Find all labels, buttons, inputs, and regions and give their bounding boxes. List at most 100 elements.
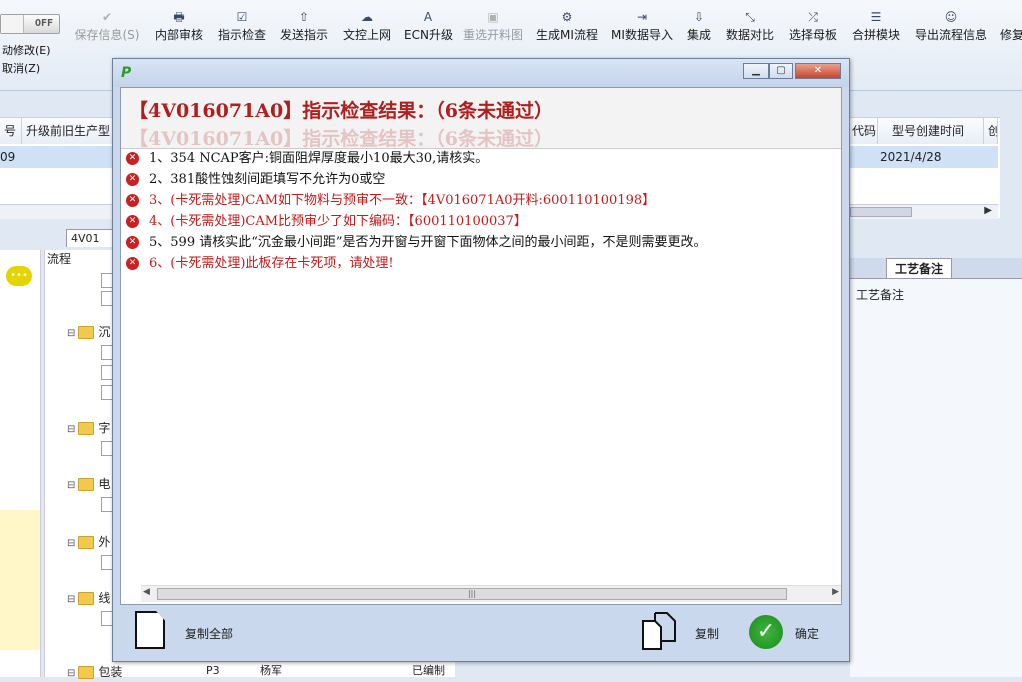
repair-button[interactable]: 修复 xyxy=(1000,8,1022,48)
remarks-tabstrip: 工艺备注 xyxy=(850,258,1022,279)
data-compare-button[interactable]: ⤡ 数据对比 xyxy=(725,8,775,48)
grid-header-code[interactable]: 代码 xyxy=(848,118,878,144)
save-info-button[interactable]: ✔ 保存信息(S) xyxy=(72,8,142,48)
collapse-icon: ⊟ xyxy=(67,328,76,339)
tree-folder[interactable]: ⊟ 包装 xyxy=(67,664,122,680)
result-title-reflection: 【4V016071A0】指示检查结果：（6条未通过） xyxy=(129,128,553,149)
folder-icon xyxy=(78,326,95,339)
export-flow-info-button[interactable]: ☺ 导出流程信息 xyxy=(914,8,988,48)
row-status-cell: 已编制 xyxy=(412,664,445,677)
ecn-upgrade-button[interactable]: A ECN升级 xyxy=(404,8,453,48)
list-item[interactable]: ✕ 3、(卡死需处理)CAM如下物料与预审不一致：【4V016071A0开料:60… xyxy=(126,190,655,211)
generate-mi-flow-button[interactable]: ⚙ 生成MI流程 xyxy=(536,8,598,48)
scroll-thumb[interactable] xyxy=(850,207,912,217)
collapse-icon: ⊟ xyxy=(67,594,76,605)
collapse-icon: ⊟ xyxy=(67,480,76,491)
minimize-button[interactable]: ▁ xyxy=(743,63,769,79)
tree-folder[interactable]: ⊟ 外 xyxy=(67,534,110,550)
error-icon: ✕ xyxy=(126,215,139,228)
tree-folder[interactable]: ⊟ 电 xyxy=(67,476,110,492)
error-icon: ✕ xyxy=(126,257,139,270)
app-logo-icon: P xyxy=(121,65,132,81)
sign-in-icon: ⇥ xyxy=(636,10,648,24)
tree-folder[interactable]: ⊟ 沉 xyxy=(67,324,110,340)
row-stage-cell: P3 xyxy=(206,664,220,677)
scroll-right-arrow-icon[interactable]: ▶ xyxy=(832,587,839,597)
grid-header-old-model[interactable]: 升级前旧生产型 xyxy=(22,118,114,144)
folder-icon xyxy=(78,666,95,679)
folder-icon xyxy=(78,536,95,549)
list-item[interactable]: ✕ 2、381酸性蚀刻间距填写不允许为0或空 xyxy=(126,169,385,190)
close-button[interactable]: ✕ xyxy=(795,63,841,79)
upload-icon: ⇧ xyxy=(298,10,310,24)
maximize-button[interactable]: ▢ xyxy=(769,63,793,79)
select-mother-board-button[interactable]: ⤮ 选择母板 xyxy=(788,8,838,48)
message-h-scrollbar[interactable]: ◀ ||| ▶ xyxy=(141,585,841,602)
row-id-cell: 09 xyxy=(0,150,16,164)
error-icon: ✕ xyxy=(126,152,139,165)
menu-cancel[interactable]: 取消(Z) xyxy=(2,60,40,76)
left-side-panel: ••• xyxy=(0,250,41,677)
grid-header-created[interactable]: 型号创建时间 xyxy=(878,118,984,144)
list-item[interactable]: ✕ 6、(卡死需处理)此板存在卡死项，请处理! xyxy=(126,253,394,274)
printer-icon: 🖶 xyxy=(173,10,185,24)
mi-data-import-button[interactable]: ⇥ MI数据导入 xyxy=(611,8,673,48)
merge-module-button[interactable]: ☰ 合拼模块 xyxy=(850,8,902,48)
note-area xyxy=(0,510,40,650)
chat-bubble-icon[interactable]: ••• xyxy=(6,266,32,286)
document-icon xyxy=(135,611,165,649)
toggle-label: OFF xyxy=(34,18,53,29)
reselect-cutting-chart-button[interactable]: ▣ 重选开料图 xyxy=(462,8,524,48)
folder-icon xyxy=(78,478,95,491)
collapse-icon: ⊟ xyxy=(67,424,76,435)
download-icon: ⇩ xyxy=(693,10,705,24)
list-icon: ☰ xyxy=(870,10,882,24)
grid-header-no[interactable]: 号 xyxy=(0,118,22,144)
toggle-knob xyxy=(1,15,24,33)
copy-icon xyxy=(642,612,676,650)
shuffle-icon: ⤮ xyxy=(808,10,818,24)
confirm-button[interactable]: ✓ 确定 xyxy=(749,605,833,661)
internal-review-button[interactable]: 🖶 内部审核 xyxy=(154,8,204,48)
row-created-cell: 2021/4/28 xyxy=(880,150,942,164)
error-icon: ✕ xyxy=(126,173,139,186)
check-icon: ✔ xyxy=(101,10,113,24)
tree-header: 流程 xyxy=(47,252,72,266)
tab-process-remarks[interactable]: 工艺备注 xyxy=(886,258,952,278)
doc-control-online-button[interactable]: ☁ 文控上网 xyxy=(342,8,392,48)
cloud-upload-icon: ☁ xyxy=(361,10,373,24)
copy-button[interactable]: 复制 xyxy=(641,605,725,661)
scroll-thumb[interactable]: ||| xyxy=(157,588,787,600)
copy-all-button[interactable]: 复制全部 xyxy=(135,605,245,661)
process-remarks-panel: 工艺备注 工艺备注 xyxy=(850,258,1022,677)
row-person-cell: 杨军 xyxy=(260,664,282,677)
message-list: ✕ 1、354 NCAP客户:铜面阻焊厚度最小10最大30,请核实。 ✕ 2、381… xyxy=(121,148,841,588)
result-header: 【4V016071A0】指示检查结果：（6条未通过） 【4V016071A0】指… xyxy=(121,88,841,149)
error-icon: ✕ xyxy=(126,194,139,207)
integrate-button[interactable]: ⇩ 集成 xyxy=(685,8,713,48)
wrench-icon xyxy=(1000,8,1022,26)
scroll-right-arrow-icon[interactable]: ▶ xyxy=(984,205,992,216)
list-item[interactable]: ✕ 4、(卡死需处理)CAM比预审少了如下编码：【600110100037】 xyxy=(126,211,527,232)
result-title: 【4V016071A0】指示检查结果：（6条未通过） xyxy=(129,100,553,122)
list-item[interactable]: ✕ 1、354 NCAP客户:铜面阻焊厚度最小10最大30,请核实。 xyxy=(126,148,488,169)
dialog-footer: 复制全部 复制 ✓ 确定 xyxy=(113,605,849,661)
collapse-icon: ⊟ xyxy=(67,538,76,549)
scroll-left-arrow-icon[interactable]: ◀ xyxy=(143,587,150,597)
send-instruction-button[interactable]: ⇧ 发送指示 xyxy=(279,8,329,48)
process-remarks-label: 工艺备注 xyxy=(856,288,905,302)
compress-icon: ⤡ xyxy=(745,10,755,24)
instruction-check-button[interactable]: ☑ 指示检查 xyxy=(217,8,267,48)
letter-a-icon: A xyxy=(423,10,433,24)
grid-header-creator[interactable]: 创 xyxy=(984,118,998,144)
tree-folder[interactable]: ⊟ 字 xyxy=(67,420,110,436)
list-item[interactable]: ✕ 5、599 请核实此“沉金最小间距”是否为开窗与开窗下面物体之间的最小间距，不… xyxy=(126,232,841,253)
off-toggle[interactable]: OFF xyxy=(0,14,60,34)
error-icon: ✕ xyxy=(126,236,139,249)
folder-icon xyxy=(78,422,95,435)
smile-icon: ☺ xyxy=(944,10,958,24)
dialog-titlebar[interactable]: P ▁ ▢ ✕ xyxy=(113,59,849,87)
gears-icon: ⚙ xyxy=(561,10,573,24)
menu-auto-modify[interactable]: 动修改(E) xyxy=(2,42,51,58)
tree-folder[interactable]: ⊟ 线 xyxy=(67,590,110,606)
